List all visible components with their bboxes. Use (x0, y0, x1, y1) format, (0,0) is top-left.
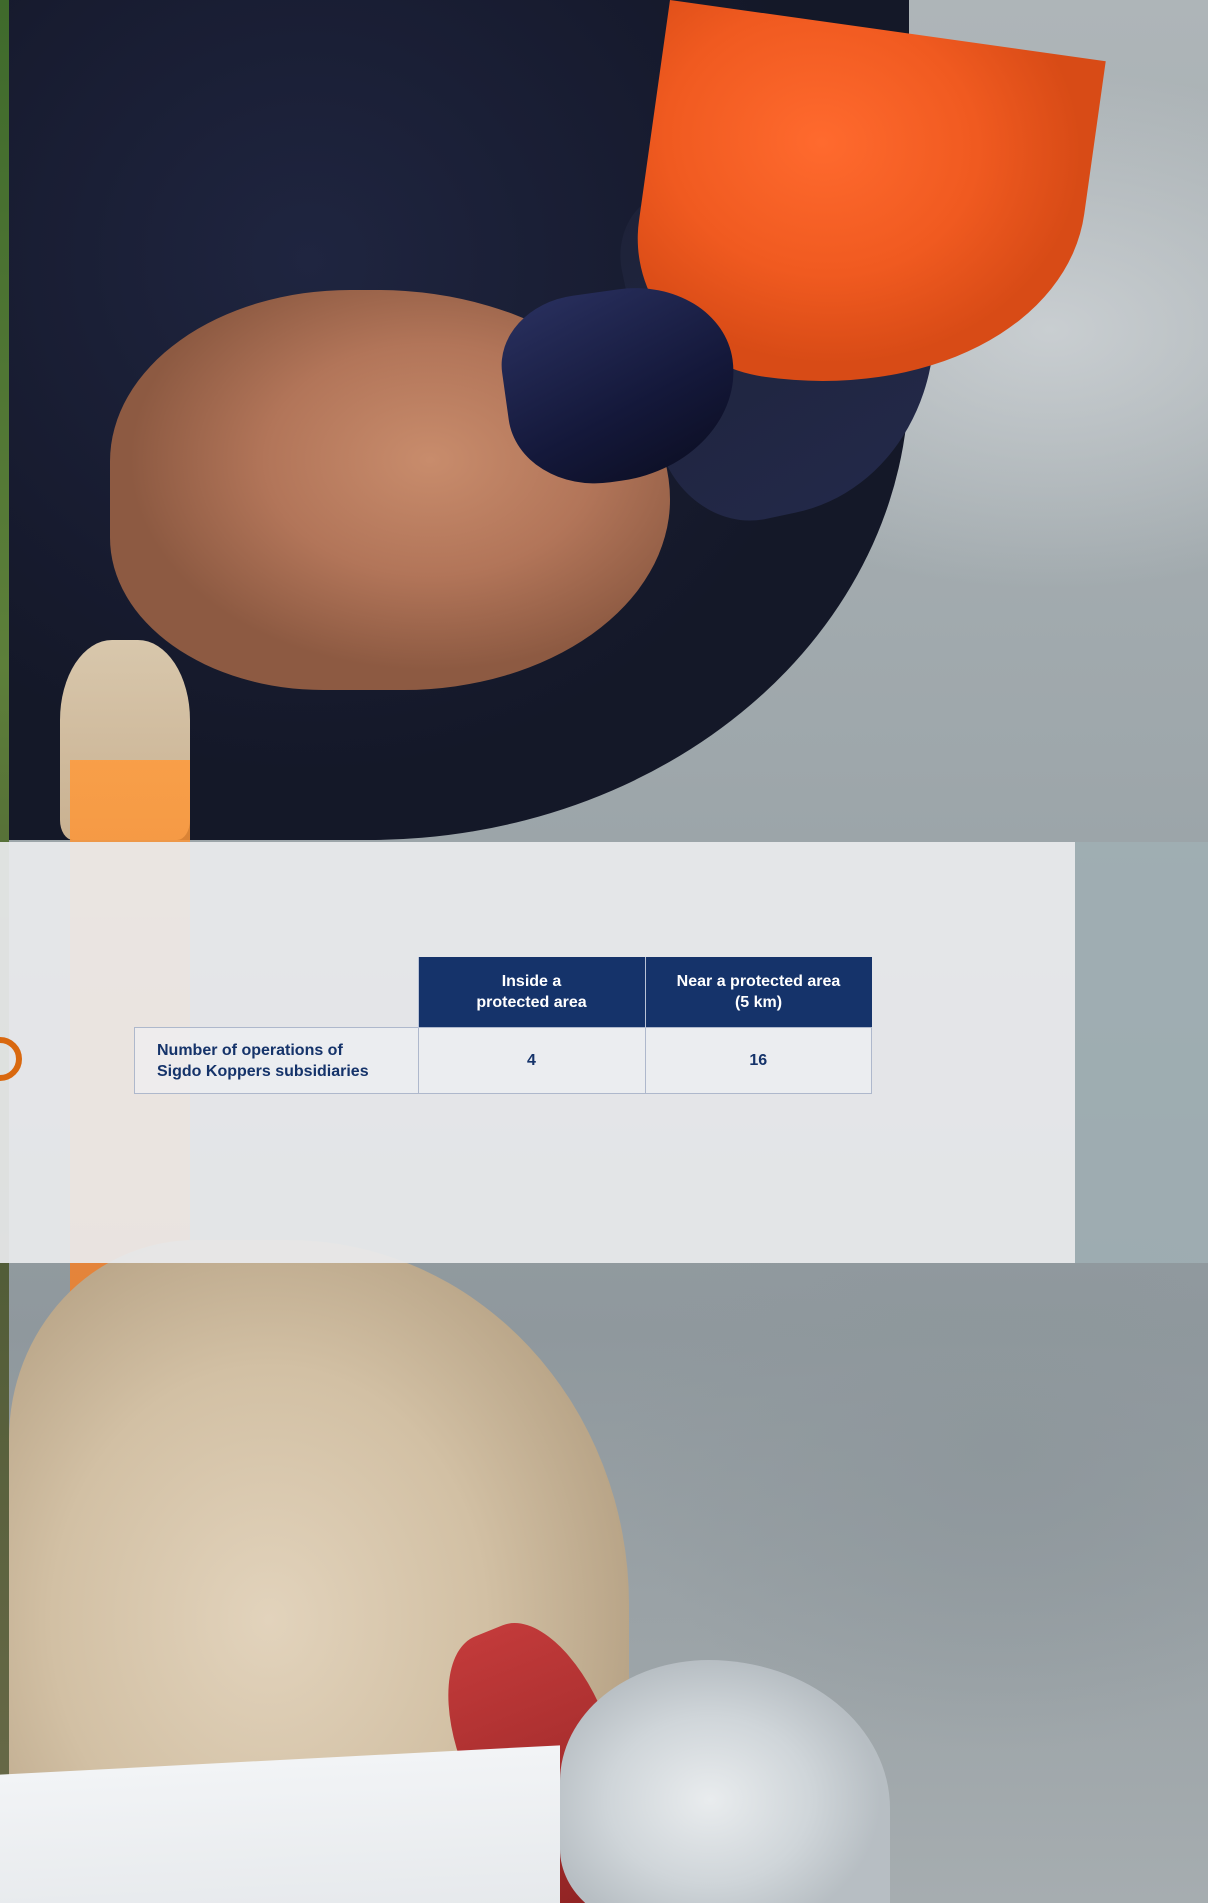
cell-inside-value: 4 (417, 1027, 646, 1094)
overlay-panel-edge (1075, 842, 1208, 1263)
table-header-row: Inside a protected area Near a protected… (135, 957, 872, 1028)
protected-area-table: Inside a protected area Near a protected… (134, 957, 872, 1094)
cell-near-value: 16 (644, 1027, 872, 1094)
work-glove (560, 1660, 890, 1903)
table-corner-cell (135, 957, 419, 1028)
row-label-operations: Number of operations of Sigdo Koppers su… (134, 1027, 419, 1094)
table-row: Number of operations of Sigdo Koppers su… (134, 1027, 872, 1094)
header-inside-protected-area: Inside a protected area (417, 957, 645, 1028)
header-near-protected-area: Near a protected area (5 km) (644, 957, 872, 1028)
